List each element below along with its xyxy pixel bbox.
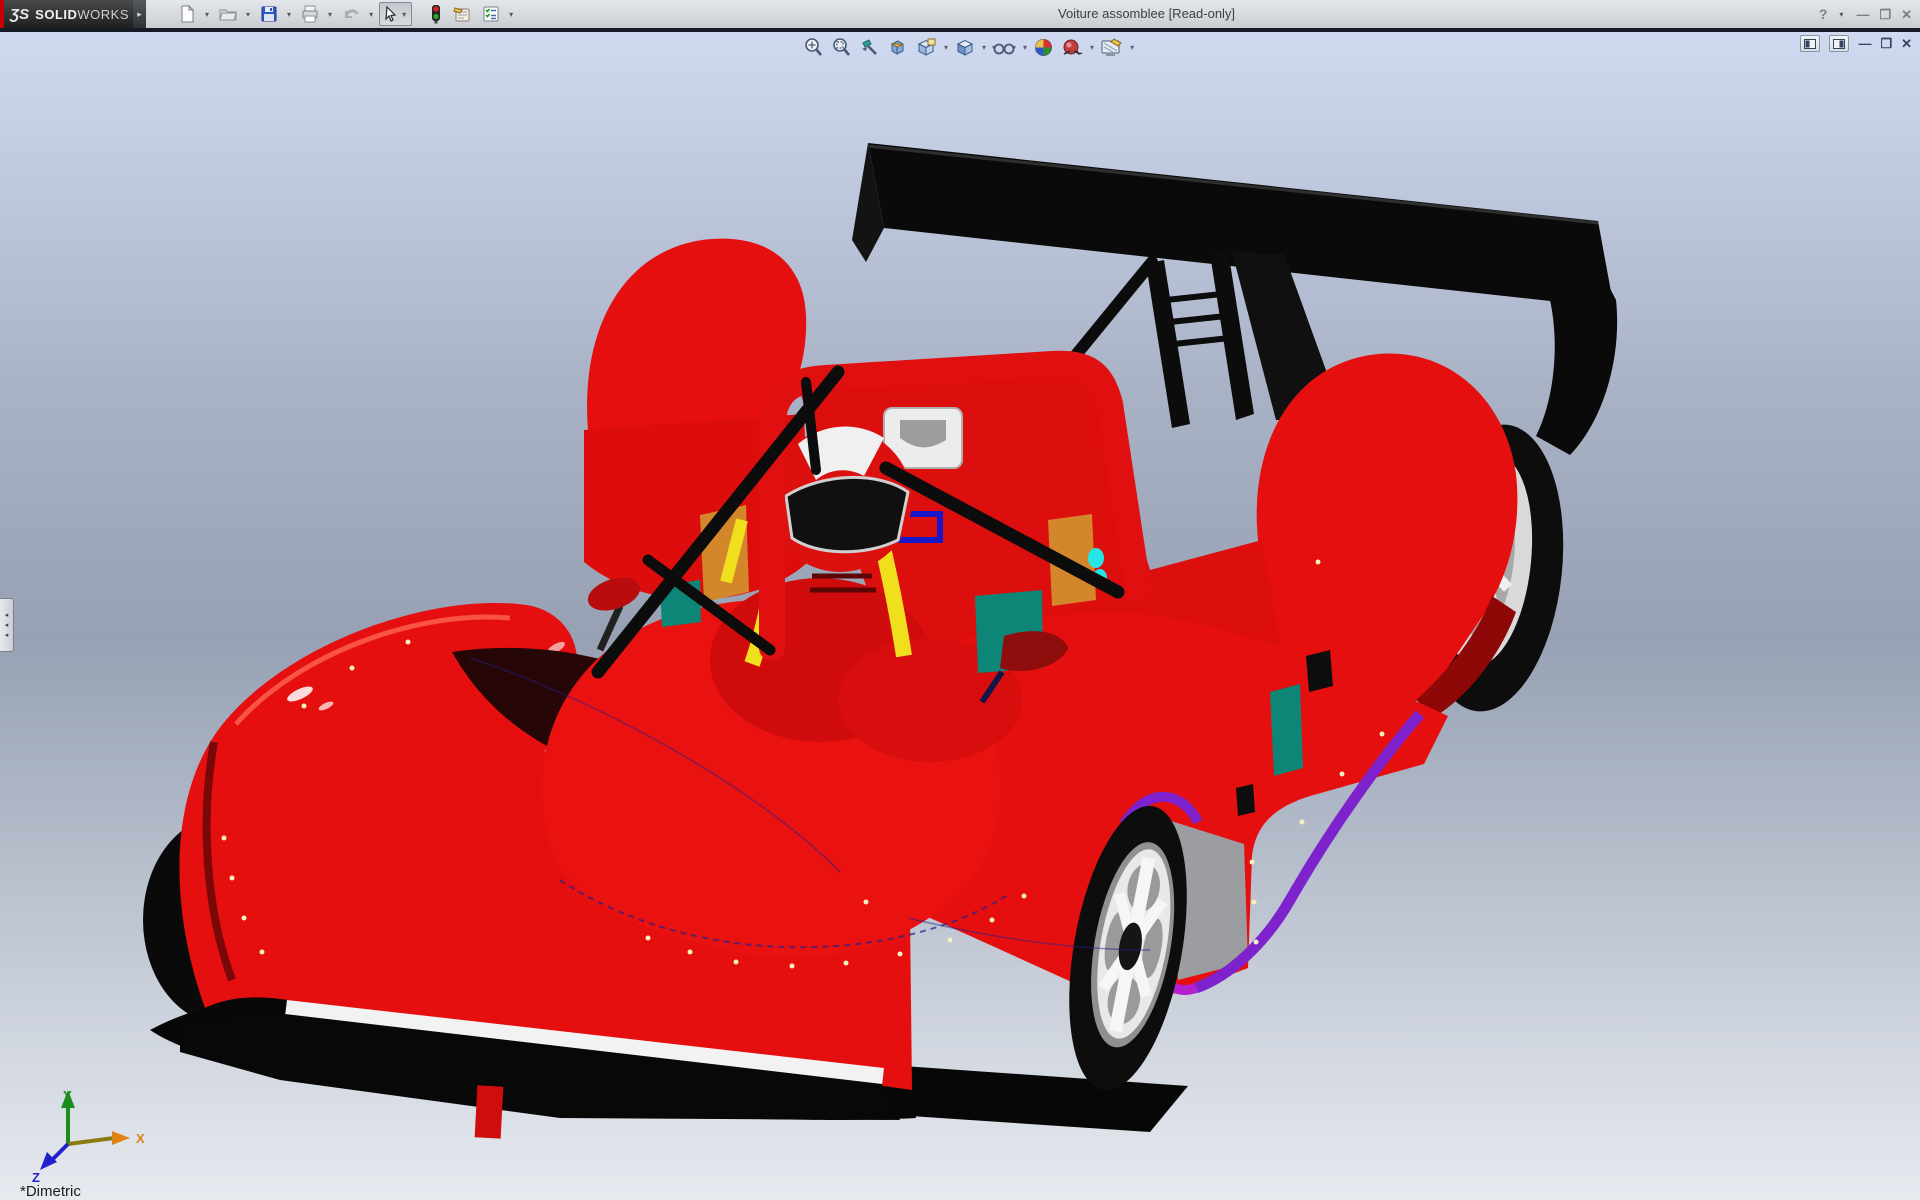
side-vent-slot <box>1306 650 1333 692</box>
cyan-marker <box>1088 548 1104 568</box>
open-dropdown-arrow[interactable]: ▾ <box>246 10 250 19</box>
view-orientation-button[interactable] <box>914 36 938 59</box>
view-orientation-icon <box>915 37 937 58</box>
open-folder-icon <box>218 4 238 24</box>
edit-appearance-button[interactable] <box>1099 36 1124 59</box>
collapse-arrow-icon: ◂ <box>5 612 9 619</box>
solidworks-window: { "window": { "brand_glyph": "ƷS", "bran… <box>0 0 1920 1200</box>
options-dropdown-arrow[interactable]: ▾ <box>509 10 513 19</box>
zoom-to-area-button[interactable] <box>830 36 853 59</box>
doc-minimize-button[interactable]: — <box>1858 37 1871 50</box>
window-controls: ? ▾ — ❐ ✕ <box>1819 0 1912 28</box>
undo-icon <box>341 4 361 24</box>
options-list-icon <box>481 4 501 24</box>
hide-show-items-button[interactable] <box>991 36 1017 59</box>
display-style-icon <box>954 37 975 58</box>
section-view-button[interactable] <box>886 36 909 59</box>
side-teal-opening <box>1270 684 1303 776</box>
restore-button[interactable]: ❐ <box>1879 8 1891 21</box>
view-settings-button[interactable] <box>1060 36 1084 59</box>
help-icon[interactable]: ? <box>1819 6 1828 22</box>
edit-note-icon <box>452 4 472 24</box>
apply-scene-button[interactable] <box>1032 36 1055 59</box>
triad-x-label: X <box>136 1131 145 1146</box>
minimize-button[interactable]: — <box>1856 8 1869 21</box>
edit-appearance-icon <box>1100 37 1123 58</box>
graphics-viewport[interactable]: ▾ ▾ ▾ <box>0 32 1920 1200</box>
view-orientation-dropdown-arrow[interactable]: ▾ <box>944 43 948 52</box>
lower-vent-slot <box>1236 784 1255 816</box>
print-dropdown-arrow[interactable]: ▾ <box>328 10 332 19</box>
tow-tab <box>475 1085 504 1138</box>
doc-restore-button[interactable]: ❐ <box>1880 37 1892 50</box>
collapse-arrow-icon: ◂ <box>5 622 9 629</box>
undo-button[interactable] <box>338 1 364 27</box>
collapse-arrow-icon: ◂ <box>5 632 9 639</box>
solidworks-logo: ƷS SOLID WORKS <box>0 0 133 28</box>
new-document-button[interactable] <box>174 1 200 27</box>
zoom-to-fit-button[interactable] <box>802 36 825 59</box>
select-cursor-icon <box>382 5 400 23</box>
save-button[interactable] <box>256 1 282 27</box>
triad-y-label: Y <box>63 1088 72 1103</box>
menu-flyout-arrow[interactable]: ▸ <box>133 0 146 28</box>
new-document-icon <box>177 4 197 24</box>
helmet-visor <box>786 477 908 551</box>
options-button[interactable] <box>478 1 504 27</box>
edit-appearance-dropdown-arrow[interactable]: ▾ <box>1130 43 1134 52</box>
document-window-controls: — ❐ ✕ <box>1800 35 1912 52</box>
display-style-button[interactable] <box>953 36 976 59</box>
hide-show-dropdown-arrow[interactable]: ▾ <box>1023 43 1027 52</box>
titlebar-separator <box>0 28 1920 32</box>
open-button[interactable] <box>215 1 241 27</box>
zoom-to-fit-icon <box>803 37 824 58</box>
view-settings-icon <box>1061 37 1083 58</box>
save-dropdown-arrow[interactable]: ▾ <box>287 10 291 19</box>
hide-show-items-icon <box>992 37 1016 58</box>
brand-text-works: WORKS <box>77 7 129 22</box>
undo-dropdown-arrow[interactable]: ▾ <box>369 10 373 19</box>
title-toolbar: ƷS SOLID WORKS ▸ ▾ ▾ ▾ <box>0 0 1920 28</box>
doc-close-button[interactable]: ✕ <box>1901 37 1912 50</box>
brand-text-solid: SOLID <box>35 7 77 22</box>
left-pane-icon <box>1804 39 1816 49</box>
help-dropdown-arrow[interactable]: ▾ <box>1839 10 1843 19</box>
brand-red-stripe <box>0 0 4 28</box>
close-button[interactable]: ✕ <box>1901 8 1912 21</box>
rebuild-button[interactable] <box>426 1 446 27</box>
print-button[interactable] <box>297 1 323 27</box>
previous-view-button[interactable] <box>858 36 881 59</box>
print-icon <box>300 4 320 24</box>
right-pane-icon <box>1833 39 1845 49</box>
brand-3s-icon: ƷS <box>10 6 29 23</box>
select-cursor-button[interactable]: ▾ <box>379 2 412 26</box>
select-dropdown-arrow[interactable]: ▾ <box>402 10 406 19</box>
apply-scene-icon <box>1033 37 1054 58</box>
display-style-dropdown-arrow[interactable]: ▾ <box>982 43 986 52</box>
show-right-pane-button[interactable] <box>1829 35 1849 52</box>
view-settings-dropdown-arrow[interactable]: ▾ <box>1090 43 1094 52</box>
section-view-icon <box>887 37 908 58</box>
zoom-to-area-icon <box>831 37 852 58</box>
document-title: Voiture assomblee [Read-only] <box>1058 6 1235 21</box>
new-dropdown-arrow[interactable]: ▾ <box>205 10 209 19</box>
previous-view-icon <box>859 37 880 58</box>
save-floppy-icon <box>259 4 279 24</box>
edit-note-button[interactable] <box>449 1 475 27</box>
show-left-pane-button[interactable] <box>1800 35 1820 52</box>
standard-toolbar: ▾ ▾ ▾ ▾ ▾ <box>174 1 516 27</box>
reference-triad: Y X Z <box>18 1086 168 1186</box>
view-orientation-label: *Dimetric <box>20 1183 81 1200</box>
feature-tree-collapsed-tab[interactable]: ◂ ◂ ◂ <box>0 598 14 652</box>
model-canvas[interactable] <box>0 32 1920 1200</box>
rebuild-traffic-light-icon <box>429 4 443 24</box>
heads-up-view-toolbar: ▾ ▾ ▾ <box>802 36 1134 59</box>
